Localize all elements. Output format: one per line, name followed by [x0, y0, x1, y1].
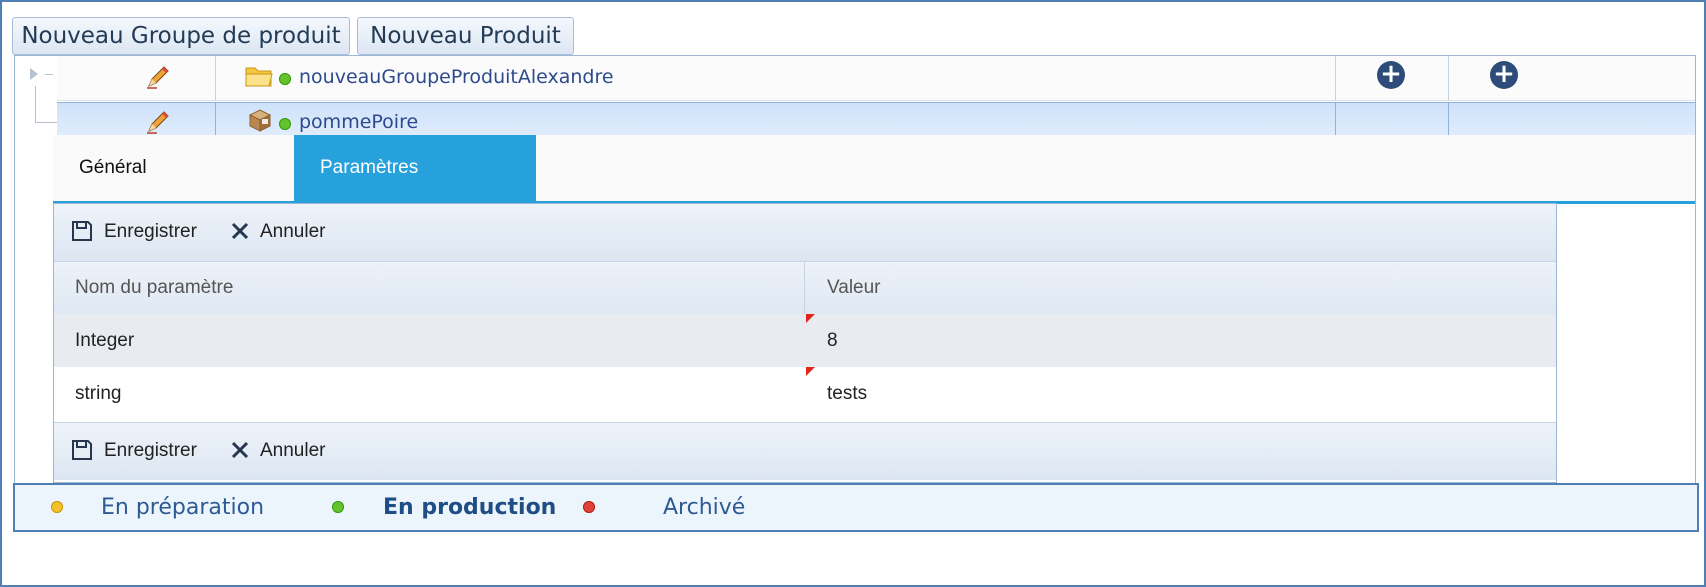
tab-general[interactable]: Général — [53, 135, 294, 201]
product-tree-grid: nouveauGroupeProduitAlexandre + + pommeP… — [14, 55, 1696, 525]
tree-connector — [45, 74, 53, 75]
table-row[interactable]: Integer 8 — [54, 314, 1556, 367]
parameters-grid: Enregistrer Annuler Nom du paramètre Val… — [53, 203, 1557, 483]
status-dot-green — [279, 118, 291, 130]
package-icon — [248, 109, 272, 132]
cell-divider — [1448, 56, 1449, 100]
close-icon[interactable] — [229, 220, 251, 242]
legend-label-production: En production — [383, 495, 557, 520]
add-circle-icon[interactable]: + — [1490, 61, 1518, 89]
detail-tabs: Général Paramètres — [53, 135, 1695, 204]
status-dot-green — [332, 501, 344, 513]
grid-toolbar-bottom: Enregistrer Annuler — [54, 422, 1556, 480]
edit-pencil-icon[interactable] — [145, 64, 171, 90]
tree-row-group[interactable]: nouveauGroupeProduitAlexandre + + — [57, 56, 1695, 101]
save-button[interactable]: Enregistrer — [104, 218, 197, 246]
folder-icon — [245, 67, 273, 87]
status-dot-red — [583, 501, 595, 513]
legend-label-preparation: En préparation — [101, 495, 265, 520]
status-legend: En préparation En production Archivé — [13, 483, 1699, 532]
modified-marker — [806, 367, 815, 376]
table-row[interactable]: string tests — [54, 367, 1556, 420]
cancel-button[interactable]: Annuler — [260, 218, 326, 246]
cancel-button[interactable]: Annuler — [260, 437, 326, 465]
add-circle-icon[interactable]: + — [1377, 61, 1405, 89]
column-divider — [804, 262, 805, 314]
grid-toolbar-top: Enregistrer Annuler — [54, 204, 1556, 261]
close-icon[interactable] — [229, 439, 251, 461]
cell-divider — [215, 56, 216, 100]
edit-pencil-icon[interactable] — [145, 109, 171, 135]
product-detail-panel: Général Paramètres Enregistrer Annuler N… — [53, 135, 1695, 523]
tree-connector-horizontal — [35, 122, 57, 123]
modified-marker — [806, 314, 815, 323]
table-header: Nom du paramètre Valeur — [54, 261, 1556, 315]
param-value-cell[interactable]: 8 — [827, 314, 838, 367]
app-frame: Nouveau Groupe de produit Nouveau Produi… — [0, 0, 1706, 587]
legend-label-archived: Archivé — [663, 495, 746, 520]
save-button[interactable]: Enregistrer — [104, 437, 197, 465]
tree-connector-vertical — [35, 86, 36, 122]
tree-row-label[interactable]: pommePoire — [299, 111, 418, 133]
column-header-name[interactable]: Nom du paramètre — [75, 262, 233, 314]
cell-divider — [1335, 56, 1336, 100]
tree-row-label[interactable]: nouveauGroupeProduitAlexandre — [299, 66, 614, 88]
tab-parameters[interactable]: Paramètres — [294, 135, 536, 201]
new-product-group-button[interactable]: Nouveau Groupe de produit — [12, 17, 350, 55]
new-product-button[interactable]: Nouveau Produit — [357, 17, 574, 55]
param-value-cell[interactable]: tests — [827, 367, 867, 420]
param-name-cell: string — [75, 383, 122, 404]
status-dot-green — [279, 73, 291, 85]
param-name-cell: Integer — [75, 330, 135, 351]
save-icon[interactable] — [71, 439, 93, 461]
save-icon[interactable] — [71, 220, 93, 242]
status-dot-yellow — [51, 501, 63, 513]
expand-arrow-icon[interactable] — [30, 68, 38, 80]
column-header-value[interactable]: Valeur — [827, 262, 881, 314]
